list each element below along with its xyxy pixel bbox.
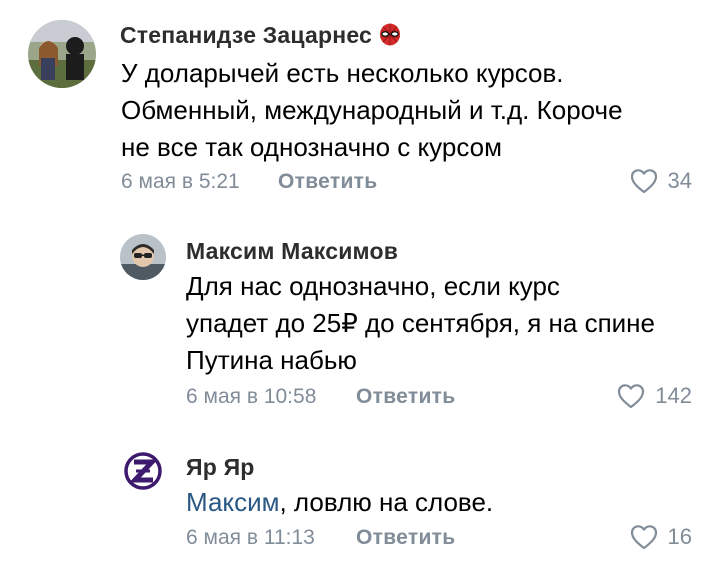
avatar[interactable] [120,448,166,494]
avatar[interactable] [120,234,166,280]
comment-text-line: упадет до 25₽ до сентября, я на спине [186,308,655,338]
comment-author[interactable]: Степанидзе Зацарнес [120,22,402,52]
comment-date[interactable]: 6 мая в 10:58 [186,385,316,409]
comment-text-line: Для нас однозначно, если курс [186,271,560,301]
author-name[interactable]: Степанидзе Зацарнес [120,22,372,48]
heart-icon [630,525,657,550]
reply-button[interactable]: Ответить [356,526,455,550]
like-button[interactable]: 34 [630,168,692,194]
comment-text-line: не все так однозначно с курсом [121,132,502,162]
comment-date[interactable]: 6 мая в 11:13 [186,526,315,550]
like-button[interactable]: 142 [617,383,692,409]
comment-text-line: У доларычей есть несколько курсов. [121,58,564,88]
like-count: 34 [667,168,692,193]
mention-link[interactable]: Максим [186,487,279,517]
comment-author[interactable]: Яр Яр [186,454,255,481]
comment-text-line: Максим, ловлю на слове. [186,484,493,521]
comment-text-line: Путина набью [186,345,357,375]
comment-text: Для нас однозначно, если курс упадет до … [186,268,655,379]
heart-icon [618,384,645,409]
comment-text: У доларычей есть несколько курсов. Обмен… [121,55,623,166]
like-button[interactable]: 16 [630,524,692,550]
reply-button[interactable]: Ответить [356,385,455,409]
comment-date[interactable]: 6 мая в 5:21 [121,170,240,194]
avatar[interactable] [28,20,96,88]
like-count: 142 [655,383,692,408]
reply-button[interactable]: Ответить [278,170,377,194]
comment-text-line: Обменный, международный и т.д. Короче [121,95,623,125]
heart-icon [630,169,657,194]
like-count: 16 [667,524,692,549]
comment-author[interactable]: Максим Максимов [186,238,398,265]
comment-text-rest: , ловлю на слове. [279,487,494,517]
spider-mask-icon [378,22,402,52]
comment-text: Максим, ловлю на слове. [186,484,493,521]
